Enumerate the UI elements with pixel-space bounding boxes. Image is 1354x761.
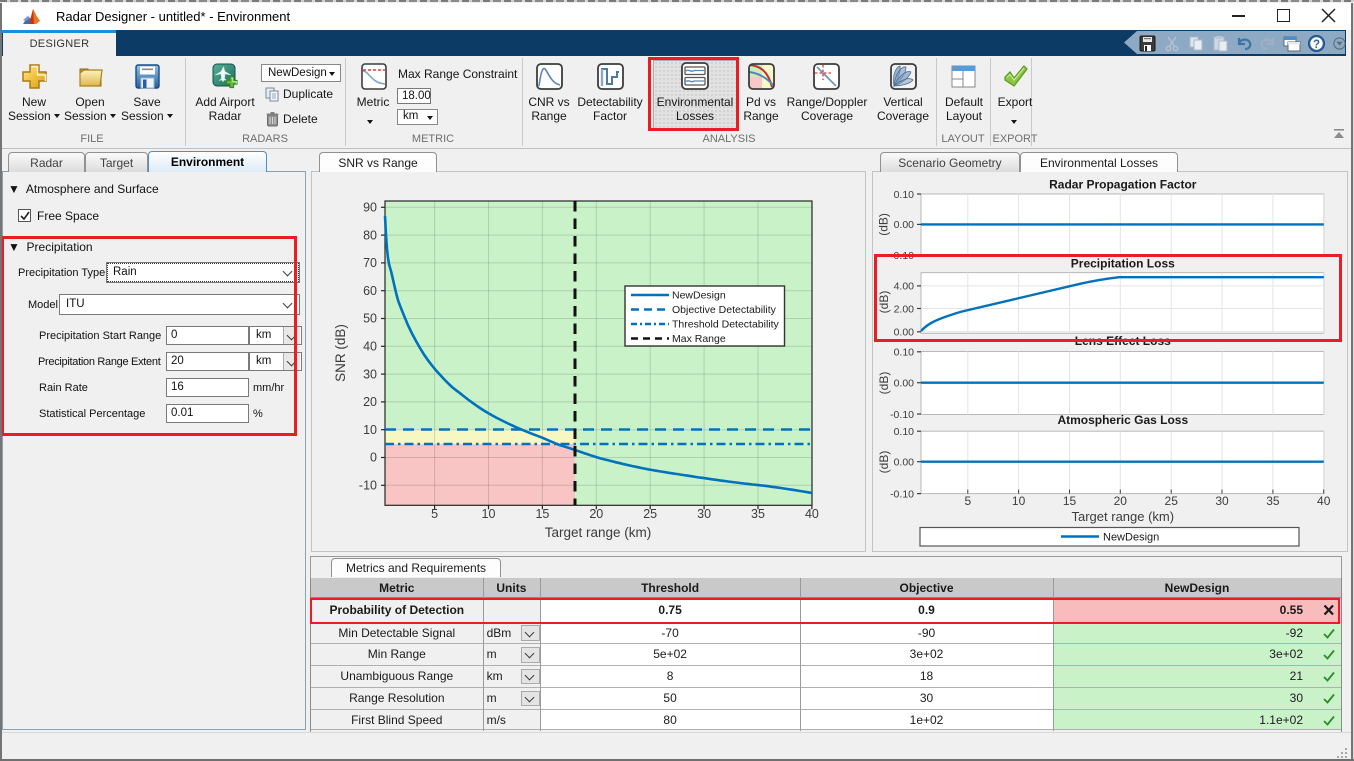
svg-text:40: 40 xyxy=(805,507,819,521)
svg-text:30: 30 xyxy=(1215,494,1229,508)
svg-text:NewDesign: NewDesign xyxy=(672,290,726,302)
svg-text:Max Range: Max Range xyxy=(672,333,726,345)
svg-text:25: 25 xyxy=(643,507,657,521)
svg-text:Threshold Detectability: Threshold Detectability xyxy=(672,319,780,331)
svg-text:25: 25 xyxy=(1165,494,1179,508)
svg-text:-0.10: -0.10 xyxy=(890,488,914,500)
svg-text:50: 50 xyxy=(363,312,377,326)
svg-text:0.10: 0.10 xyxy=(894,347,915,359)
svg-text:60: 60 xyxy=(363,284,377,298)
svg-text:0.10: 0.10 xyxy=(894,189,915,201)
svg-text:70: 70 xyxy=(363,256,377,270)
svg-text:10: 10 xyxy=(482,507,496,521)
svg-text:20: 20 xyxy=(363,395,377,409)
svg-text:5: 5 xyxy=(964,494,971,508)
svg-text:Atmospheric Gas Loss: Atmospheric Gas Loss xyxy=(1057,413,1188,427)
svg-text:35: 35 xyxy=(751,507,765,521)
svg-text:0: 0 xyxy=(370,451,377,465)
svg-text:20: 20 xyxy=(589,507,603,521)
svg-text:-10: -10 xyxy=(359,479,377,493)
svg-text:10: 10 xyxy=(1012,494,1026,508)
svg-text:90: 90 xyxy=(363,201,377,215)
svg-text:35: 35 xyxy=(1266,494,1280,508)
svg-text:(dB): (dB) xyxy=(877,451,891,474)
svg-text:0.10: 0.10 xyxy=(894,426,915,438)
svg-text:Objective Detectability: Objective Detectability xyxy=(672,304,777,316)
svg-text:40: 40 xyxy=(363,340,377,354)
svg-text:Target range (km): Target range (km) xyxy=(545,525,652,540)
svg-text:0.00: 0.00 xyxy=(894,219,915,231)
svg-text:NewDesign: NewDesign xyxy=(1103,532,1159,544)
svg-text:30: 30 xyxy=(697,507,711,521)
svg-text:30: 30 xyxy=(363,367,377,381)
svg-text:-0.10: -0.10 xyxy=(890,409,914,421)
svg-text:Radar Propagation Factor: Radar Propagation Factor xyxy=(1049,178,1197,192)
svg-text:SNR (dB): SNR (dB) xyxy=(333,324,348,382)
svg-text:15: 15 xyxy=(1063,494,1077,508)
svg-text:5: 5 xyxy=(431,507,438,521)
svg-text:Target range (km): Target range (km) xyxy=(1072,509,1175,524)
svg-text:80: 80 xyxy=(363,228,377,242)
svg-text:0.00: 0.00 xyxy=(894,457,915,469)
svg-text:?: ? xyxy=(1313,39,1320,51)
svg-text:0.00: 0.00 xyxy=(894,378,915,390)
svg-text:(dB): (dB) xyxy=(877,372,891,395)
svg-text:20: 20 xyxy=(1114,494,1128,508)
svg-text:15: 15 xyxy=(535,507,549,521)
svg-text:10: 10 xyxy=(363,423,377,437)
svg-text:(dB): (dB) xyxy=(877,213,891,236)
svg-text:40: 40 xyxy=(1317,494,1331,508)
